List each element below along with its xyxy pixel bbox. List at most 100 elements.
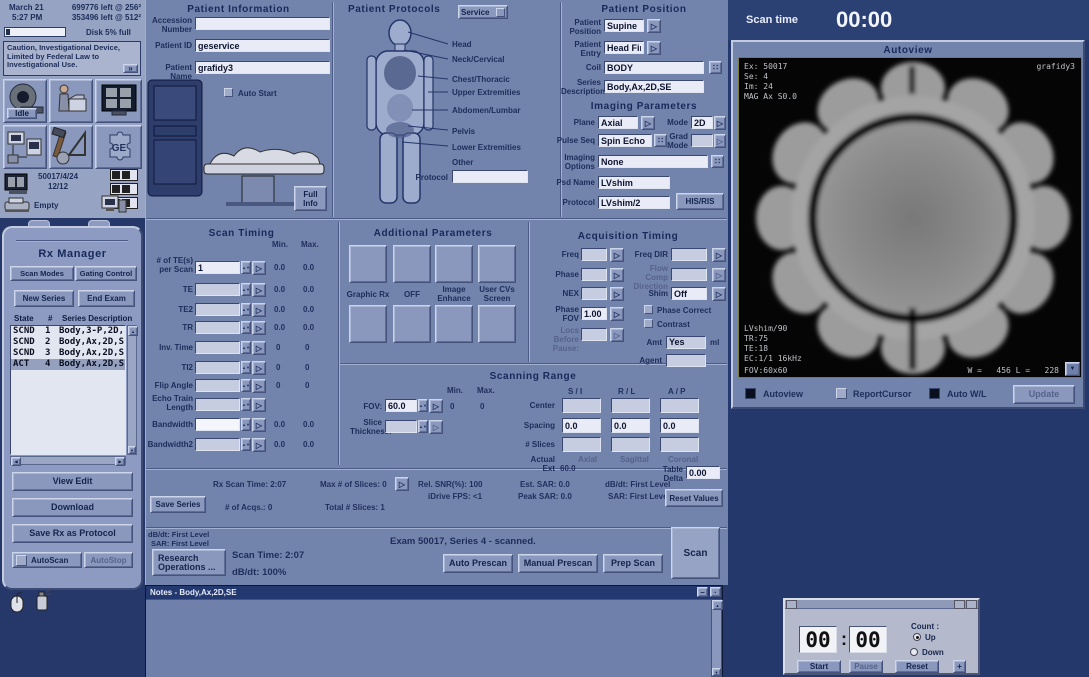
slice-thickness-picker-button[interactable]: ▷ (429, 420, 443, 434)
mode-picker-button[interactable]: ▷ (714, 116, 726, 130)
slices-si-field[interactable] (562, 437, 601, 452)
shim-field[interactable] (671, 287, 707, 300)
shim-picker-button[interactable]: ▷ (712, 287, 726, 301)
manual-prescan-button[interactable]: Manual Prescan (518, 554, 598, 573)
accession-number-field[interactable] (195, 17, 330, 30)
te2-picker-button[interactable]: ▷ (252, 303, 266, 317)
region-chest-thoracic[interactable]: Chest/Thoracic (452, 75, 510, 84)
fov-stepper[interactable]: ▲▼ (418, 399, 428, 412)
timer-minimize-icon[interactable] (954, 600, 965, 609)
freq-dir-picker-button[interactable]: ▷ (712, 248, 726, 262)
freq-field[interactable] (581, 248, 607, 261)
spacing-rl-field[interactable] (611, 418, 650, 433)
inv-time-field[interactable] (195, 341, 240, 354)
gating-control-button[interactable]: Gating Control (75, 266, 137, 281)
tr-field[interactable] (195, 321, 240, 334)
body-figure[interactable] (340, 18, 458, 214)
service-dropdown[interactable]: Service (458, 5, 508, 19)
patient-id-field[interactable] (195, 39, 330, 52)
flip-angle-picker-button[interactable]: ▷ (252, 379, 266, 393)
bandwidth2-field[interactable] (195, 438, 240, 451)
flow-comp-field[interactable] (671, 268, 707, 281)
notes-vscrollbar[interactable]: ▲ ▼ (711, 599, 722, 677)
region-abdomen-lumbar[interactable]: Abdomen/Lumbar (452, 106, 520, 115)
timer-pause-button[interactable]: Pause (849, 660, 883, 673)
te-picker-button[interactable]: ▷ (252, 283, 266, 297)
te-count-stepper[interactable]: ▲▼ (241, 261, 251, 274)
flip-angle-stepper[interactable]: ▲▼ (241, 379, 251, 392)
plane-picker-button[interactable]: ▷ (641, 116, 655, 130)
nex-field[interactable] (581, 287, 607, 300)
new-series-button[interactable]: New Series (14, 290, 74, 307)
slices-ap-field[interactable] (660, 437, 699, 452)
series-description-field[interactable] (604, 80, 704, 93)
region-other[interactable]: Other (452, 158, 473, 167)
slice-thickness-stepper[interactable]: ▲▼ (418, 420, 428, 433)
inv-time-picker-button[interactable]: ▷ (252, 341, 266, 355)
locs-picker-button[interactable]: ▷ (610, 328, 624, 342)
timer-titlebar[interactable] (785, 600, 978, 609)
download-button[interactable]: Download (12, 498, 133, 517)
patient-archive-button[interactable] (49, 79, 93, 123)
phase-picker-button[interactable]: ▷ (610, 268, 624, 282)
patient-position-picker-button[interactable]: ▷ (647, 19, 661, 33)
flip-angle-field[interactable] (195, 379, 240, 392)
center-ap-field[interactable] (660, 398, 699, 413)
series-row[interactable]: SCND1Body,3-P,2D, (11, 326, 125, 337)
region-lower-extremities[interactable]: Lower Extremities (452, 143, 521, 152)
notes-textarea[interactable] (146, 599, 711, 677)
te-count-field[interactable] (195, 261, 240, 274)
timer-reset-button[interactable]: Reset (895, 660, 939, 673)
autostop-button[interactable]: AutoStop (84, 552, 133, 568)
extra-param-button-4[interactable] (478, 305, 516, 343)
ti2-picker-button[interactable]: ▷ (252, 361, 266, 375)
plane-field[interactable] (598, 116, 638, 129)
patient-entry-picker-button[interactable]: ▷ (647, 41, 661, 55)
bandwidth2-stepper[interactable]: ▲▼ (241, 438, 251, 451)
bandwidth-field[interactable] (195, 418, 240, 431)
autoscan-toggle[interactable]: AutoScan (12, 552, 82, 568)
auto-prescan-button[interactable]: Auto Prescan (443, 554, 513, 573)
inv-time-stepper[interactable]: ▲▼ (241, 341, 251, 354)
report-cursor-checkbox[interactable] (836, 388, 847, 399)
agent-field[interactable] (666, 354, 706, 367)
fov-picker-button[interactable]: ▷ (429, 399, 443, 413)
network-button[interactable] (3, 125, 47, 169)
scroll-up-icon[interactable]: ▲ (128, 326, 138, 336)
series-list-hscrollbar[interactable]: ◀ ▶ (10, 456, 126, 465)
imaging-protocol-field[interactable] (598, 196, 670, 209)
region-neck-cervical[interactable]: Neck/Cervical (452, 55, 504, 64)
ti2-stepper[interactable]: ▲▼ (241, 361, 251, 374)
series-list-vscrollbar[interactable]: ▲ ▼ (127, 325, 137, 455)
count-up-radio[interactable] (913, 633, 921, 641)
graphic-rx-button[interactable] (349, 245, 387, 283)
timer-start-button[interactable]: Start (797, 660, 841, 673)
autoscan-checkbox[interactable] (16, 555, 27, 566)
echo-train-stepper[interactable]: ▲▼ (241, 398, 251, 411)
update-button[interactable]: Update (1013, 385, 1075, 404)
grad-mode-picker-button[interactable]: ▷ (714, 134, 726, 148)
autoview-checkbox[interactable] (745, 388, 756, 399)
ti2-field[interactable] (195, 361, 240, 374)
te-stepper[interactable]: ▲▼ (241, 283, 251, 296)
scanner-status-button[interactable]: Idle (3, 79, 47, 123)
save-series-button[interactable]: Save Series (150, 496, 206, 513)
phase-fov-picker-button[interactable]: ▷ (610, 307, 624, 321)
max-slices-picker-button[interactable]: ▷ (395, 477, 409, 491)
image-scroll-down-icon[interactable]: ▼ (1065, 362, 1080, 376)
scroll-up-icon[interactable]: ▲ (712, 600, 723, 610)
notes-minimize-button[interactable]: – (697, 587, 708, 597)
notes-titlebar[interactable]: Notes - Body,Ax,2D,SE – · (146, 586, 722, 599)
table-delta-field[interactable] (686, 466, 720, 479)
patient-position-field[interactable] (604, 19, 644, 32)
scroll-left-icon[interactable]: ◀ (11, 457, 21, 466)
scroll-down-icon[interactable]: ▼ (128, 446, 136, 454)
his-ris-button[interactable]: HIS/RIS (676, 193, 724, 210)
slice-thickness-field[interactable] (385, 420, 417, 433)
caution-more-button[interactable]: » (123, 64, 138, 73)
coil-picker-button[interactable]: ∷ (709, 61, 722, 74)
phase-fov-field[interactable] (581, 307, 607, 320)
bandwidth2-picker-button[interactable]: ▷ (252, 438, 266, 452)
image-review-button[interactable] (95, 79, 142, 123)
image-enhance-button[interactable] (435, 245, 473, 283)
